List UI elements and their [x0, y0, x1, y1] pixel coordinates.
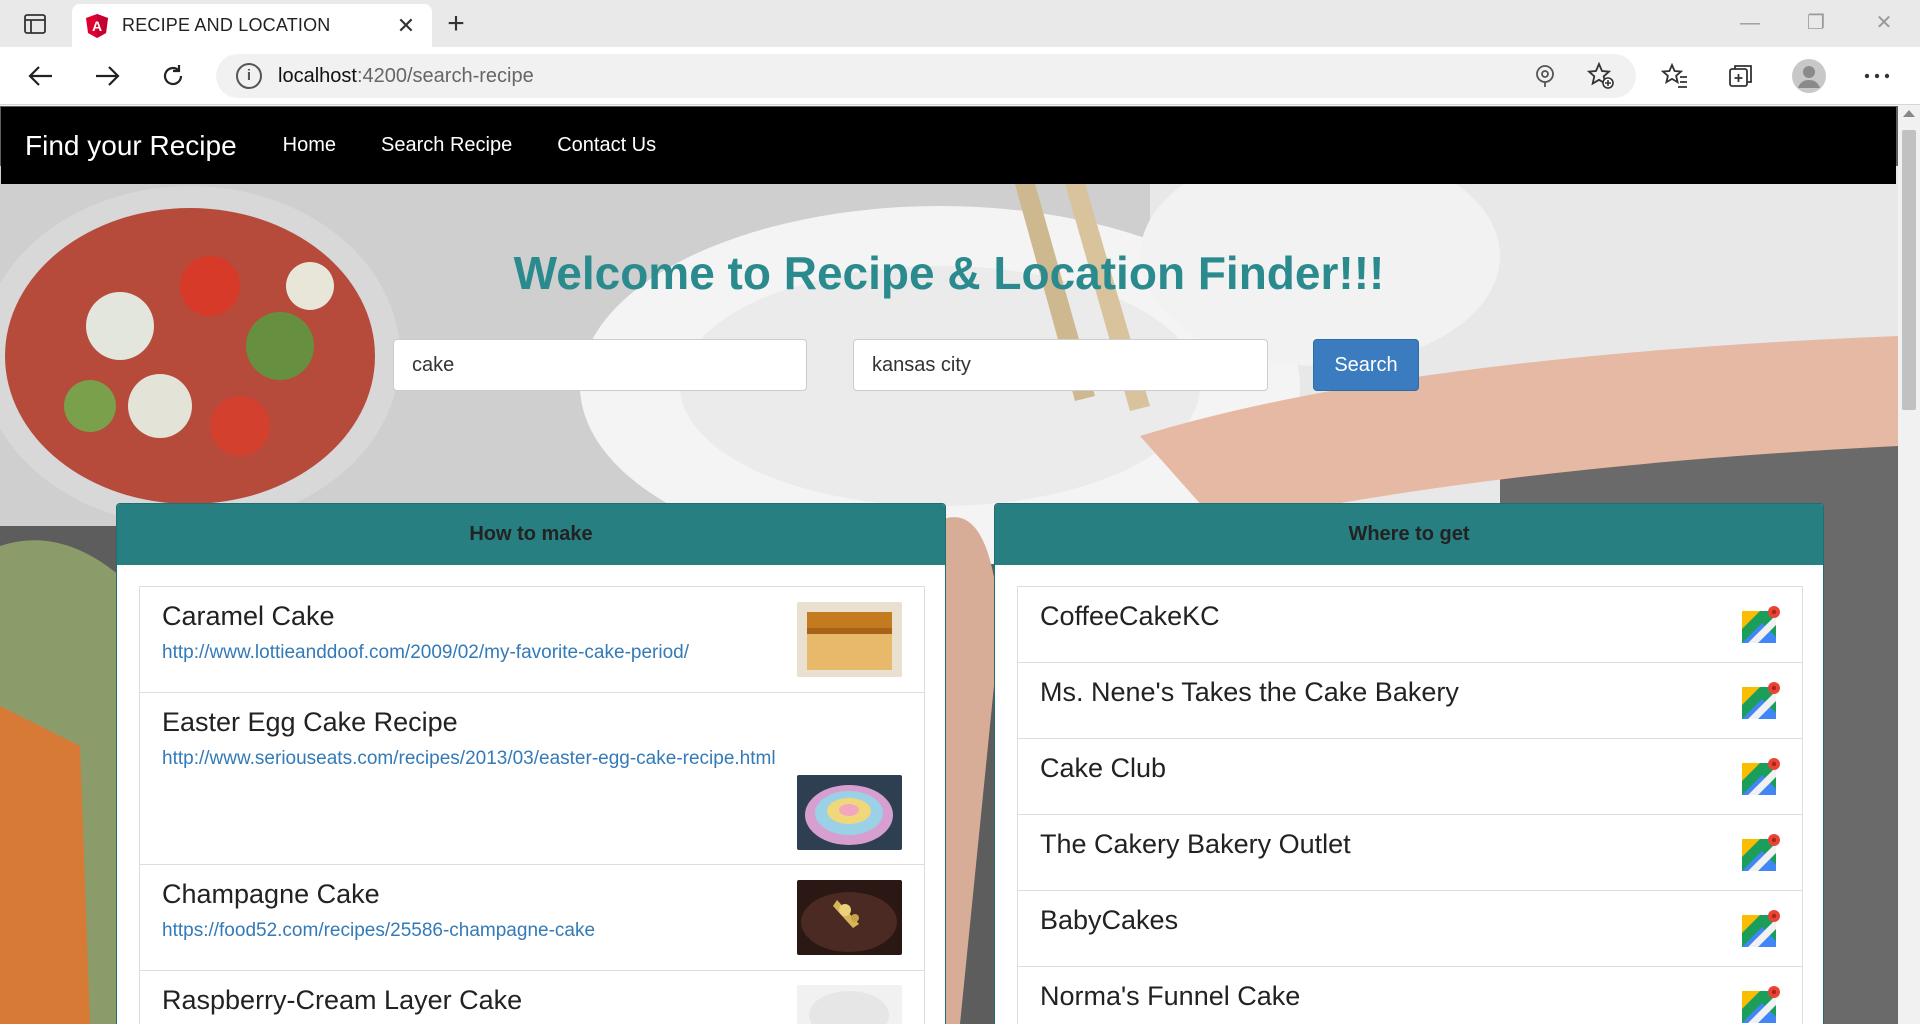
new-tab-button[interactable]: +	[440, 8, 472, 40]
recipes-panel: How to make Caramel Cake http://www.lott…	[116, 503, 946, 1024]
caramel-cake-thumbnail	[797, 602, 902, 677]
page-title: Welcome to Recipe & Location Finder!!!	[513, 247, 1385, 299]
tab-actions-button[interactable]	[14, 10, 56, 38]
recipe-item: Champagne Cake https://food52.com/recipe…	[139, 864, 925, 971]
recipe-link[interactable]: http://www.seriouseats.com/recipes/2013/…	[162, 748, 902, 770]
scroll-up-icon[interactable]	[1903, 110, 1915, 117]
page-scrollbar[interactable]	[1898, 106, 1920, 1024]
place-name: The Cakery Bakery Outlet	[1040, 829, 1351, 859]
places-panel: Where to get CoffeeCakeKC Ms. Nene's Take…	[994, 503, 1824, 1024]
place-name: Ms. Nene's Takes the Cake Bakery	[1040, 677, 1459, 707]
url-path: :4200/search-recipe	[356, 64, 534, 87]
place-item: Norma's Funnel Cake	[1017, 966, 1803, 1024]
browser-tabstrip: A RECIPE AND LOCATION ✕ + — ❐ ✕	[0, 0, 1920, 47]
easter-egg-cake-thumbnail	[797, 775, 902, 850]
recipe-search-input[interactable]: cake	[393, 339, 807, 391]
add-favorite-icon[interactable]	[1586, 61, 1616, 91]
back-icon[interactable]	[26, 61, 56, 91]
recipe-link[interactable]: https://food52.com/recipes/25586-champag…	[162, 920, 902, 942]
page-viewport: Find your Recipe Home Search Recipe Cont…	[0, 106, 1898, 1024]
tab-actions-icon	[24, 14, 46, 34]
tab-title: RECIPE AND LOCATION	[122, 15, 331, 35]
google-maps-icon[interactable]	[1740, 909, 1780, 949]
place-item: BabyCakes	[1017, 890, 1803, 967]
location-search-input[interactable]: kansas city	[853, 339, 1268, 391]
place-item: Cake Club	[1017, 738, 1803, 815]
raspberry-cake-thumbnail	[797, 985, 902, 1024]
nav-home[interactable]: Home	[283, 134, 336, 157]
search-button[interactable]: Search	[1313, 339, 1419, 391]
angular-favicon-icon: A	[86, 13, 108, 38]
browser-toolbar: i localhost:4200/search-recipe	[0, 47, 1920, 105]
nav-search-recipe[interactable]: Search Recipe	[381, 134, 512, 157]
recipe-item: Raspberry-Cream Layer Cake	[139, 970, 925, 1024]
recipes-panel-title: How to make	[117, 504, 945, 565]
more-menu-icon[interactable]	[1862, 61, 1892, 91]
places-panel-title: Where to get	[995, 504, 1823, 565]
google-maps-icon[interactable]	[1740, 757, 1780, 797]
brand-link[interactable]: Find your Recipe	[25, 130, 237, 162]
google-maps-icon[interactable]	[1740, 985, 1780, 1024]
place-item: The Cakery Bakery Outlet	[1017, 814, 1803, 891]
svg-text:A: A	[92, 18, 102, 34]
google-maps-icon[interactable]	[1740, 605, 1780, 645]
recipe-title: Champagne Cake	[162, 879, 380, 909]
tab-close-icon[interactable]: ✕	[394, 13, 418, 39]
recipe-title: Raspberry-Cream Layer Cake	[162, 985, 523, 1015]
profile-avatar[interactable]	[1792, 59, 1826, 93]
site-info-icon[interactable]: i	[236, 63, 262, 89]
recipe-title: Caramel Cake	[162, 601, 335, 631]
forward-icon[interactable]	[92, 61, 122, 91]
place-name: Cake Club	[1040, 753, 1167, 783]
browser-tab[interactable]: A RECIPE AND LOCATION ✕	[72, 4, 432, 47]
place-list: CoffeeCakeKC Ms. Nene's Takes the Cake Ba…	[1017, 586, 1803, 1024]
favorites-icon[interactable]	[1660, 61, 1690, 91]
recipe-list: Caramel Cake http://www.lottieanddoof.co…	[139, 586, 925, 1024]
close-window-icon[interactable]: ✕	[1864, 8, 1904, 38]
address-bar[interactable]: i localhost:4200/search-recipe	[216, 54, 1636, 98]
google-maps-icon[interactable]	[1740, 681, 1780, 721]
scroll-thumb[interactable]	[1902, 130, 1916, 410]
place-item: Ms. Nene's Takes the Cake Bakery	[1017, 662, 1803, 739]
google-maps-icon[interactable]	[1740, 833, 1780, 873]
champagne-cake-thumbnail	[797, 880, 902, 955]
place-name: BabyCakes	[1040, 905, 1179, 935]
recipe-link[interactable]: http://www.lottieanddoof.com/2009/02/my-…	[162, 642, 902, 664]
site-navbar: Find your Recipe Home Search Recipe Cont…	[1, 107, 1896, 184]
place-item: CoffeeCakeKC	[1017, 586, 1803, 663]
recipe-item: Caramel Cake http://www.lottieanddoof.co…	[139, 586, 925, 693]
refresh-icon[interactable]	[158, 61, 188, 91]
url-host: localhost	[278, 64, 357, 87]
nav-contact-us[interactable]: Contact Us	[557, 134, 656, 157]
minimize-icon[interactable]: —	[1730, 8, 1770, 38]
place-name: Norma's Funnel Cake	[1040, 981, 1301, 1011]
location-icon[interactable]	[1530, 61, 1560, 91]
restore-icon[interactable]: ❐	[1796, 8, 1836, 38]
recipe-title: Easter Egg Cake Recipe	[162, 707, 458, 737]
collections-icon[interactable]	[1726, 61, 1756, 91]
place-name: CoffeeCakeKC	[1040, 601, 1220, 631]
recipe-item: Easter Egg Cake Recipe http://www.seriou…	[139, 692, 925, 865]
